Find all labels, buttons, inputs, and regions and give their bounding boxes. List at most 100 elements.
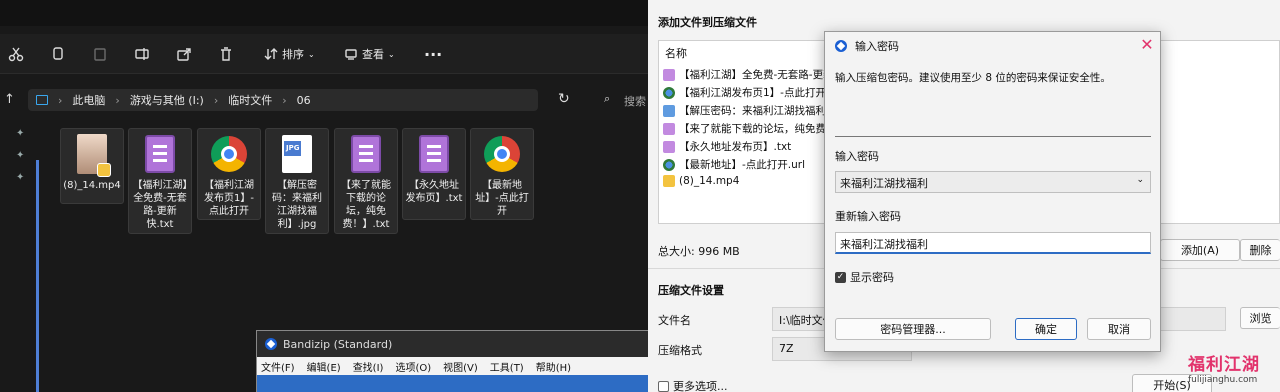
file-name: 【最新地址】-点此打开 (475, 180, 529, 217)
menu-options[interactable]: 选项(O) (395, 359, 431, 374)
more-options-checkbox[interactable] (658, 380, 669, 392)
search-label[interactable]: 搜索 (624, 93, 646, 109)
text-file-icon (663, 140, 675, 153)
divider (835, 136, 1151, 137)
bandizip-logo-icon (265, 338, 277, 350)
show-password-checkbox[interactable]: ✓ (835, 271, 846, 283)
menu-file[interactable]: 文件(F) (261, 359, 295, 374)
delete-button[interactable]: 删除 (1240, 239, 1280, 261)
rename-icon[interactable] (134, 42, 150, 66)
share-icon[interactable] (176, 42, 192, 66)
file-tile[interactable]: 【永久地址发布页】.txt (402, 128, 466, 220)
format-label: 压缩格式 (658, 344, 702, 357)
column-header-name[interactable]: 名称 (665, 45, 687, 61)
file-tile[interactable]: 【来了就能下载的论坛，纯免费！】.txt (334, 128, 398, 234)
folder-icon (36, 95, 48, 105)
explorer-title-strip (0, 0, 650, 26)
text-file-icon (663, 68, 675, 81)
selection-indicator (36, 160, 39, 392)
copy-icon[interactable] (50, 42, 66, 66)
globe-icon (663, 86, 675, 99)
chevron-down-icon[interactable]: ⌄ (1136, 175, 1144, 185)
chrome-icon (484, 136, 520, 172)
total-size: 总大小: 996 MB (658, 245, 740, 258)
file-tile[interactable]: 【福利江湖发布页1】-点此打开 (197, 128, 261, 220)
pin-icon[interactable]: ✦ (16, 150, 26, 161)
watermark-logo: 福利江湖 fulijianghu.com (1188, 350, 1280, 392)
video-thumbnail-icon (77, 134, 111, 177)
up-arrow-icon[interactable]: ↑ (4, 92, 15, 107)
password-description: 输入压缩包密码。建议使用至少 8 位的密码来保证安全性。 (835, 72, 1111, 84)
view-button[interactable]: 查看 ⌄ (344, 42, 395, 66)
password-dialog-title: 输入密码 (855, 40, 899, 53)
file-name: 【来了就能下载的论坛，纯免费！】.txt (341, 180, 391, 230)
more-button[interactable]: ··· (424, 42, 442, 66)
text-file-icon (419, 135, 449, 173)
file-tile[interactable]: 【最新地址】-点此打开 (470, 128, 534, 220)
breadcrumb-item-temp[interactable]: 临时文件 (228, 92, 272, 108)
menu-edit[interactable]: 编辑(E) (307, 359, 341, 374)
menu-help[interactable]: 帮助(H) (536, 359, 571, 374)
watermark-brand: 福利江湖 (1188, 355, 1260, 375)
pin-icon[interactable]: ✦ (16, 128, 26, 139)
view-label: 查看 (362, 48, 384, 61)
cancel-button[interactable]: 取消 (1087, 318, 1151, 340)
delete-icon[interactable] (218, 42, 234, 66)
menu-tools[interactable]: 工具(T) (490, 359, 524, 374)
list-item[interactable]: (8)_14.mp4 (663, 175, 739, 187)
list-item[interactable]: 【永久地址发布页】.txt (663, 139, 791, 154)
more-options-toggle[interactable]: 更多选项... (658, 378, 728, 392)
menu-find[interactable]: 查找(I) (353, 359, 384, 374)
bandizip-titlebar[interactable]: Bandizip (Standard) (257, 331, 649, 357)
confirm-password-input[interactable]: 来福利江湖找福利 (835, 232, 1151, 254)
add-button[interactable]: 添加(A) (1160, 239, 1240, 261)
password-input[interactable]: 来福利江湖找福利 ⌄ (835, 171, 1151, 193)
show-password-toggle[interactable]: ✓ 显示密码 (835, 269, 894, 285)
password-dialog-titlebar[interactable]: 输入密码 (825, 32, 1160, 60)
video-file-icon (663, 175, 675, 187)
filename-label: 文件名 (658, 314, 691, 327)
file-name: (8)_14.mp4 (63, 180, 121, 191)
bandizip-window: Bandizip (Standard) 文件(F) 编辑(E) 查找(I) 选项… (256, 330, 650, 392)
close-icon[interactable]: ✕ (1140, 37, 1154, 53)
cut-icon[interactable] (8, 42, 24, 66)
password-dialog: 输入密码 ✕ 输入压缩包密码。建议使用至少 8 位的密码来保证安全性。 输入密码… (824, 31, 1161, 352)
text-file-icon (351, 135, 381, 173)
pin-icon[interactable]: ✦ (16, 172, 26, 183)
file-tile[interactable]: JPG 【解压密码：来福利江湖找福利】.jpg (265, 128, 329, 234)
breadcrumb[interactable]: › 此电脑 › 游戏与其他 (I:) › 临时文件 › 06 (28, 89, 538, 111)
bandizip-logo-icon (835, 40, 847, 52)
file-tile[interactable]: 【福利江湖】全免费-无套路-更新快.txt (128, 128, 192, 234)
file-name: 【解压密码：来福利江湖找福利】.jpg (272, 180, 322, 230)
file-tile[interactable]: (8)_14.mp4 (60, 128, 124, 204)
breadcrumb-item-drive[interactable]: 游戏与其他 (I:) (130, 92, 204, 108)
chrome-icon (211, 136, 247, 172)
dialog-title: 添加文件到压缩文件 (658, 16, 757, 29)
bandizip-title: Bandizip (Standard) (283, 337, 393, 351)
menu-bar: 文件(F) 编辑(E) 查找(I) 选项(O) 视图(V) 工具(T) 帮助(H… (257, 357, 649, 375)
breadcrumb-item-pc[interactable]: 此电脑 (72, 92, 105, 108)
image-file-icon (663, 104, 675, 117)
file-name: 【福利江湖发布页1】-点此打开 (204, 180, 254, 217)
text-file-icon (663, 122, 675, 135)
text-file-icon (145, 135, 175, 173)
command-bar: 排序 ⌄ 查看 ⌄ ··· (0, 34, 650, 74)
image-file-icon: JPG (282, 135, 312, 173)
bandizip-toolbar (257, 375, 649, 392)
breadcrumb-item-06[interactable]: 06 (297, 94, 311, 107)
file-name: 【永久地址发布页】.txt (405, 180, 463, 204)
menu-view[interactable]: 视图(V) (443, 359, 478, 374)
refresh-icon[interactable]: ↻ (558, 91, 570, 107)
ok-button[interactable]: 确定 (1015, 318, 1077, 340)
watermark-site: fulijianghu.com (1188, 375, 1258, 385)
sort-button[interactable]: 排序 ⌄ (264, 42, 315, 66)
password-manager-button[interactable]: 密码管理器... (835, 318, 991, 340)
browse-button[interactable]: 浏览 (1240, 307, 1280, 329)
section-title: 压缩文件设置 (658, 284, 724, 297)
search-icon[interactable]: ⌕ (604, 92, 610, 106)
list-item[interactable]: 【福利江湖发布页1】-点此打开.url (663, 85, 843, 100)
paste-icon[interactable] (92, 42, 108, 66)
list-item[interactable]: 【最新地址】-点此打开.url (663, 157, 805, 172)
file-name: 【福利江湖】全免费-无套路-更新快.txt (132, 180, 188, 230)
confirm-password-label: 重新输入密码 (835, 210, 901, 223)
